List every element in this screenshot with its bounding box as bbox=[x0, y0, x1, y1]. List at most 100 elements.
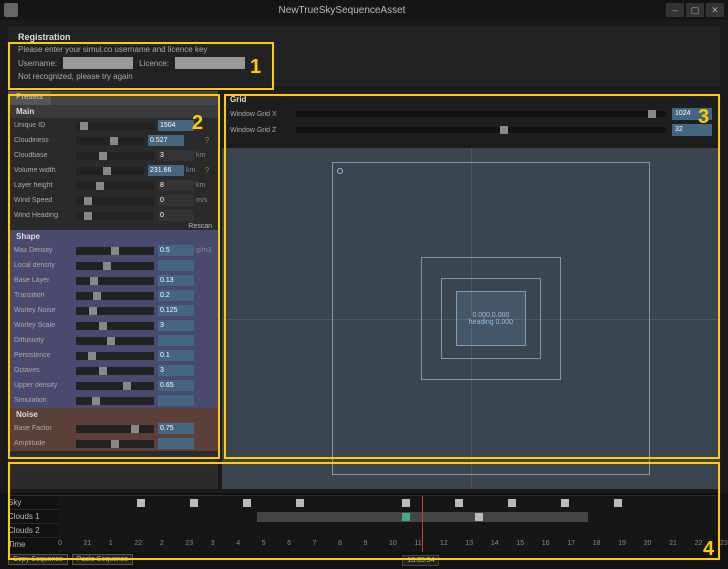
prop-label: Local density bbox=[14, 262, 72, 269]
rescan-button[interactable]: Rescan bbox=[8, 223, 218, 230]
prop-slider[interactable] bbox=[76, 322, 154, 330]
prop-value[interactable] bbox=[158, 438, 194, 449]
prop-value[interactable]: 0.75 bbox=[158, 423, 194, 434]
current-time: 13:05:54 bbox=[402, 555, 439, 566]
timeline-track[interactable]: Clouds 2 bbox=[8, 523, 720, 537]
prop-slider[interactable] bbox=[76, 122, 154, 130]
track-lane[interactable] bbox=[58, 496, 720, 510]
time-tick: 0 bbox=[58, 540, 62, 547]
prop-label: Wind Speed bbox=[14, 197, 72, 204]
prop-value[interactable]: 0.125 bbox=[158, 305, 194, 316]
prop-slider[interactable] bbox=[76, 307, 154, 315]
prop-slider[interactable] bbox=[76, 425, 154, 433]
prop-label: Upper density bbox=[14, 382, 72, 389]
keyframe[interactable] bbox=[455, 499, 463, 507]
prop-label: Base Factor bbox=[14, 425, 72, 432]
prop-value[interactable] bbox=[158, 335, 194, 346]
prop-label: Transition bbox=[14, 292, 72, 299]
prop-value[interactable]: 0.5 bbox=[158, 245, 194, 256]
keyframe[interactable] bbox=[561, 499, 569, 507]
keyframe[interactable] bbox=[402, 499, 410, 507]
prop-value[interactable]: 0.65 bbox=[158, 380, 194, 391]
app-logo-icon bbox=[4, 3, 18, 17]
keyframe[interactable] bbox=[475, 513, 483, 521]
playhead[interactable] bbox=[422, 538, 423, 552]
prop-slider[interactable] bbox=[76, 262, 154, 270]
close-button[interactable]: ✕ bbox=[706, 3, 724, 17]
prop-row: Cloudiness0.527? bbox=[8, 133, 218, 148]
viewport[interactable]: 0.000,0.000 heading 0.000 bbox=[222, 148, 720, 489]
prop-label: Layer height bbox=[14, 182, 72, 189]
prop-row: Simulation bbox=[8, 393, 218, 408]
prop-row: Wind Speed0m/s bbox=[8, 193, 218, 208]
registration-panel: Registration Please enter your simul.co … bbox=[8, 26, 720, 87]
keyframe[interactable] bbox=[137, 499, 145, 507]
prop-slider[interactable] bbox=[76, 277, 154, 285]
grid-x-slider[interactable] bbox=[296, 111, 666, 117]
prop-slider[interactable] bbox=[76, 167, 144, 175]
keyframe[interactable] bbox=[243, 499, 251, 507]
username-input[interactable] bbox=[63, 57, 133, 69]
prop-value[interactable] bbox=[158, 395, 194, 406]
prop-slider[interactable] bbox=[76, 182, 154, 190]
prop-row: Cloudbase3km bbox=[8, 148, 218, 163]
timeline-track[interactable]: Clouds 1 bbox=[8, 509, 720, 523]
prop-slider[interactable] bbox=[76, 367, 154, 375]
help-icon[interactable]: ? bbox=[202, 136, 212, 145]
keyframe[interactable] bbox=[296, 499, 304, 507]
maximize-button[interactable]: ▢ bbox=[686, 3, 704, 17]
prop-value[interactable]: 0.527 bbox=[148, 135, 184, 146]
time-tick: 9 bbox=[364, 540, 368, 547]
prop-slider[interactable] bbox=[76, 212, 154, 220]
prop-value[interactable]: 0.13 bbox=[158, 275, 194, 286]
prop-value[interactable]: 0.2 bbox=[158, 290, 194, 301]
prop-value[interactable]: 1504 bbox=[158, 120, 194, 131]
track-lane[interactable] bbox=[58, 510, 720, 524]
timeline-track[interactable]: Sky bbox=[8, 495, 720, 509]
prop-slider[interactable] bbox=[76, 337, 154, 345]
keyframe[interactable] bbox=[508, 499, 516, 507]
prop-slider[interactable] bbox=[76, 382, 154, 390]
registration-error: Not recognized, please try again bbox=[18, 72, 710, 81]
grid-z-label: Window Grid Z bbox=[230, 127, 290, 134]
paste-sequence-button[interactable]: Paste Sequence bbox=[72, 554, 133, 565]
playhead-line bbox=[422, 524, 423, 538]
prop-slider[interactable] bbox=[76, 137, 144, 145]
grid-z-slider[interactable] bbox=[296, 127, 666, 133]
properties-panel: Presets Main Unique ID1504Cloudiness0.52… bbox=[8, 91, 218, 489]
keyframe[interactable] bbox=[190, 499, 198, 507]
prop-value[interactable] bbox=[158, 260, 194, 271]
playhead-line bbox=[422, 510, 423, 524]
keyframe[interactable] bbox=[614, 499, 622, 507]
prop-row: Upper density 0.65 bbox=[8, 378, 218, 393]
licence-input[interactable] bbox=[175, 57, 245, 69]
prop-slider[interactable] bbox=[76, 247, 154, 255]
time-ruler[interactable]: 13:05:54 0211222233456789101112131415161… bbox=[58, 538, 720, 552]
minimize-button[interactable]: – bbox=[666, 3, 684, 17]
help-icon[interactable]: ? bbox=[202, 166, 212, 175]
time-tick: 6 bbox=[287, 540, 291, 547]
registration-heading: Registration bbox=[18, 32, 710, 42]
track-lane[interactable] bbox=[58, 524, 720, 538]
prop-value[interactable]: 0 bbox=[158, 210, 194, 221]
prop-slider[interactable] bbox=[76, 197, 154, 205]
prop-value[interactable]: 0.1 bbox=[158, 350, 194, 361]
keyframe[interactable] bbox=[402, 513, 410, 521]
prop-value[interactable]: 231.66 bbox=[148, 165, 184, 176]
prop-slider[interactable] bbox=[76, 152, 154, 160]
prop-unit: km bbox=[184, 167, 202, 174]
prop-slider[interactable] bbox=[76, 352, 154, 360]
prop-value[interactable]: 8 bbox=[158, 180, 194, 191]
prop-value[interactable]: 3 bbox=[158, 320, 194, 331]
prop-value[interactable]: 0 bbox=[158, 195, 194, 206]
time-tick: 5 bbox=[262, 540, 266, 547]
prop-slider[interactable] bbox=[76, 440, 154, 448]
prop-slider[interactable] bbox=[76, 397, 154, 405]
prop-slider[interactable] bbox=[76, 292, 154, 300]
grid-x-label: Window Grid X bbox=[230, 111, 290, 118]
copy-sequence-button[interactable]: Copy Sequence bbox=[8, 554, 68, 565]
prop-value[interactable]: 3 bbox=[158, 150, 194, 161]
prop-row: Layer height8km bbox=[8, 178, 218, 193]
presets-tab[interactable]: Presets bbox=[8, 91, 51, 105]
prop-value[interactable]: 3 bbox=[158, 365, 194, 376]
